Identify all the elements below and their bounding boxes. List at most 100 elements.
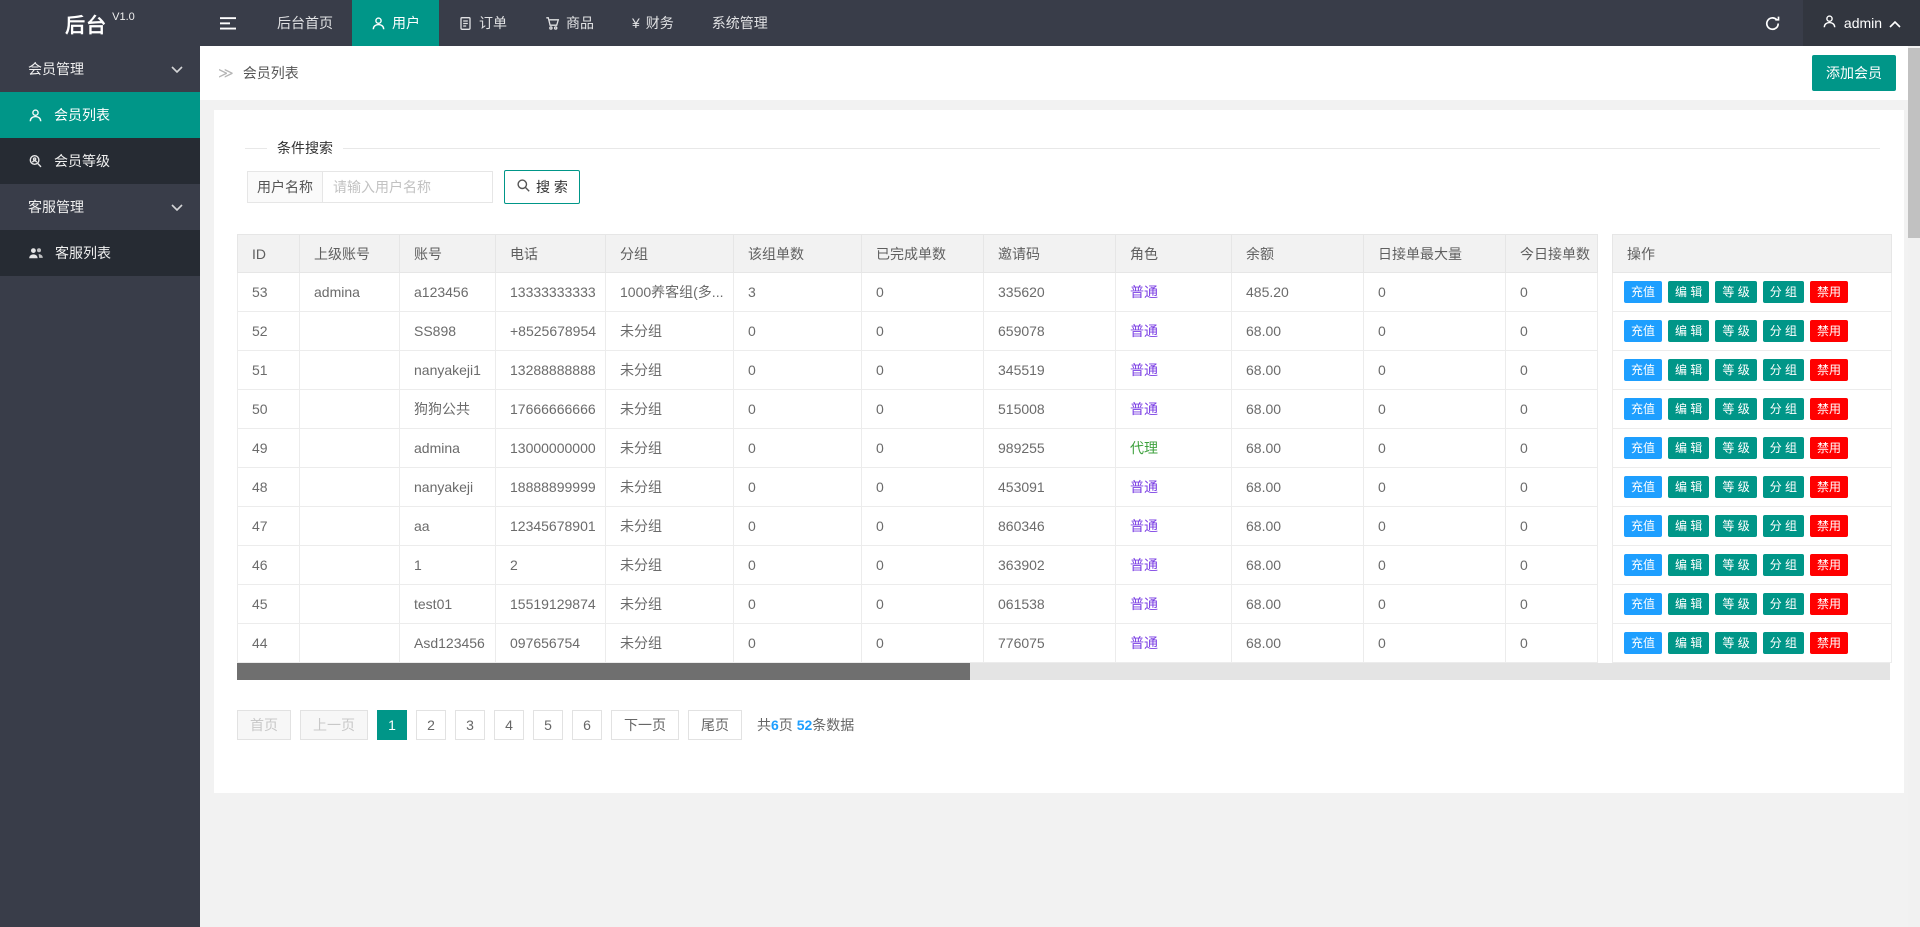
level-button[interactable]: 等 级 [1715, 476, 1756, 498]
page-last[interactable]: 尾页 [688, 710, 742, 740]
group-button[interactable]: 分 组 [1763, 632, 1804, 654]
level-button[interactable]: 等 级 [1715, 593, 1756, 615]
ban-button[interactable]: 禁用 [1810, 281, 1848, 303]
group-button[interactable]: 分 组 [1763, 515, 1804, 537]
ban-button[interactable]: 禁用 [1810, 359, 1848, 381]
cell-id: 52 [238, 312, 300, 351]
member-table: ID上级账号账号电话分组该组单数已完成单数邀请码角色余额日接单最大量今日接单数5… [237, 234, 1598, 663]
ban-button[interactable]: 禁用 [1810, 320, 1848, 342]
top-nav-goods[interactable]: 商品 [526, 0, 613, 46]
level-button[interactable]: 等 级 [1715, 554, 1756, 576]
horizontal-scrollbar-thumb[interactable] [237, 663, 970, 680]
username-input[interactable] [323, 171, 493, 203]
vertical-scrollbar-thumb[interactable] [1908, 48, 1920, 238]
topbar-right: admin [1741, 0, 1920, 46]
recharge-button[interactable]: 充值 [1624, 398, 1662, 420]
level-button[interactable]: 等 级 [1715, 281, 1756, 303]
page-4[interactable]: 4 [494, 710, 524, 740]
sidebar-item-member-list[interactable]: 会员列表 [0, 92, 200, 138]
edit-button[interactable]: 编 辑 [1668, 515, 1709, 537]
refresh-icon[interactable] [1741, 0, 1803, 46]
top-nav-user[interactable]: 用户 [352, 0, 439, 46]
cell-completed_orders: 0 [862, 507, 984, 546]
top-nav-label: 用户 [392, 13, 420, 33]
group-button[interactable]: 分 组 [1763, 398, 1804, 420]
level-button[interactable]: 等 级 [1715, 437, 1756, 459]
edit-button[interactable]: 编 辑 [1668, 359, 1709, 381]
ban-button[interactable]: 禁用 [1810, 437, 1848, 459]
cell-balance: 68.00 [1232, 585, 1364, 624]
recharge-button[interactable]: 充值 [1624, 632, 1662, 654]
ban-button[interactable]: 禁用 [1810, 593, 1848, 615]
recharge-button[interactable]: 充值 [1624, 476, 1662, 498]
page-5[interactable]: 5 [533, 710, 563, 740]
top-nav-home[interactable]: 后台首页 [258, 0, 352, 46]
horizontal-scrollbar[interactable] [237, 663, 1890, 680]
top-nav-system[interactable]: 系统管理 [693, 0, 787, 46]
vertical-scrollbar[interactable] [1908, 46, 1920, 927]
ban-button[interactable]: 禁用 [1810, 476, 1848, 498]
user-menu[interactable]: admin [1803, 0, 1920, 46]
recharge-button[interactable]: 充值 [1624, 515, 1662, 537]
cell-parent [300, 390, 400, 429]
ban-button[interactable]: 禁用 [1810, 398, 1848, 420]
recharge-button[interactable]: 充值 [1624, 554, 1662, 576]
edit-button[interactable]: 编 辑 [1668, 320, 1709, 342]
ban-button[interactable]: 禁用 [1810, 515, 1848, 537]
edit-button[interactable]: 编 辑 [1668, 398, 1709, 420]
cell-account: nanyakeji1 [400, 351, 496, 390]
breadcrumb-bar: ≫ 会员列表 添加会员 [200, 46, 1908, 100]
level-button[interactable]: 等 级 [1715, 359, 1756, 381]
page-3[interactable]: 3 [455, 710, 485, 740]
level-button[interactable]: 等 级 [1715, 632, 1756, 654]
group-button[interactable]: 分 组 [1763, 554, 1804, 576]
table-row: 充值编 辑等 级分 组禁用 [1613, 507, 1892, 546]
edit-button[interactable]: 编 辑 [1668, 554, 1709, 576]
cell-completed_orders: 0 [862, 429, 984, 468]
group-button[interactable]: 分 组 [1763, 320, 1804, 342]
top-nav-order[interactable]: 订单 [439, 0, 526, 46]
recharge-button[interactable]: 充值 [1624, 359, 1662, 381]
top-nav-label: 订单 [479, 13, 507, 33]
edit-button[interactable]: 编 辑 [1668, 476, 1709, 498]
group-button[interactable]: 分 组 [1763, 593, 1804, 615]
sidebar-item-member-level[interactable]: 会员等级 [0, 138, 200, 184]
edit-button[interactable]: 编 辑 [1668, 437, 1709, 459]
cell-balance: 68.00 [1232, 468, 1364, 507]
group-button[interactable]: 分 组 [1763, 359, 1804, 381]
page-next[interactable]: 下一页 [611, 710, 679, 740]
cell-group: 未分组 [606, 390, 734, 429]
cell-id: 44 [238, 624, 300, 663]
page-6[interactable]: 6 [572, 710, 602, 740]
content-card: 条件搜索 用户名称 搜 索 ID上级账号账号电话分组该组单数已完成单数邀请码角色… [214, 110, 1904, 793]
cell-group_orders: 0 [734, 507, 862, 546]
top-nav-finance[interactable]: ¥财务 [613, 0, 693, 46]
ban-button[interactable]: 禁用 [1810, 554, 1848, 576]
sidebar-item-service-manage[interactable]: 客服管理 [0, 184, 200, 230]
group-button[interactable]: 分 组 [1763, 281, 1804, 303]
ban-button[interactable]: 禁用 [1810, 632, 1848, 654]
edit-button[interactable]: 编 辑 [1668, 281, 1709, 303]
group-button[interactable]: 分 组 [1763, 437, 1804, 459]
recharge-button[interactable]: 充值 [1624, 281, 1662, 303]
recharge-button[interactable]: 充值 [1624, 437, 1662, 459]
app-version: V1.0 [112, 11, 135, 23]
level-button[interactable]: 等 级 [1715, 398, 1756, 420]
cell-account: nanyakeji [400, 468, 496, 507]
edit-button[interactable]: 编 辑 [1668, 632, 1709, 654]
add-member-button[interactable]: 添加会员 [1812, 55, 1896, 91]
sidebar-item-member-manage[interactable]: 会员管理 [0, 46, 200, 92]
level-button[interactable]: 等 级 [1715, 320, 1756, 342]
sidebar-item-service-list[interactable]: 客服列表 [0, 230, 200, 276]
recharge-button[interactable]: 充值 [1624, 593, 1662, 615]
menu-fold-icon[interactable] [200, 0, 258, 46]
role-badge: 普通 [1130, 362, 1158, 378]
search-button[interactable]: 搜 索 [504, 170, 580, 204]
page-1[interactable]: 1 [377, 710, 407, 740]
app-logo[interactable]: 后台 V1.0 [0, 0, 200, 46]
group-button[interactable]: 分 组 [1763, 476, 1804, 498]
page-2[interactable]: 2 [416, 710, 446, 740]
recharge-button[interactable]: 充值 [1624, 320, 1662, 342]
level-button[interactable]: 等 级 [1715, 515, 1756, 537]
edit-button[interactable]: 编 辑 [1668, 593, 1709, 615]
